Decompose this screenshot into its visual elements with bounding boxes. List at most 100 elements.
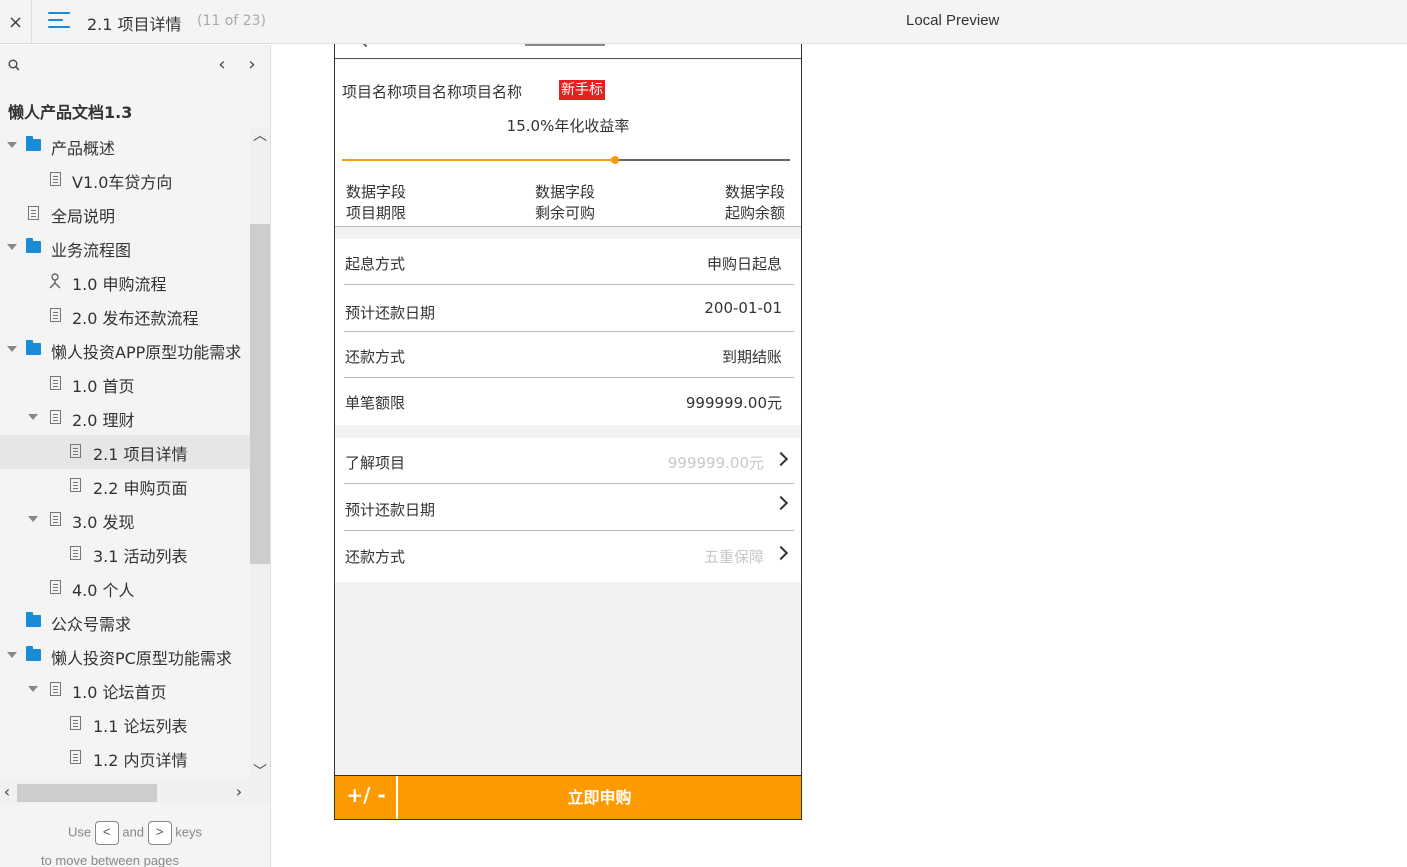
flowchart-icon	[49, 273, 61, 289]
hint-text: to move between pages	[40, 853, 180, 867]
tree-item-finance[interactable]: 2.0 理财	[0, 401, 250, 435]
tree-item-activity-list[interactable]: 3.1 活动列表	[0, 537, 250, 571]
buy-now-button[interactable]: 立即申购	[398, 776, 801, 819]
page-icon	[70, 716, 81, 730]
close-button[interactable]: ×	[0, 0, 32, 44]
page-icon	[50, 308, 61, 322]
detail-key: 还款方式	[345, 348, 406, 366]
progress-fill	[342, 159, 616, 161]
detail-row-repay-method: 还款方式 到期结账	[344, 332, 794, 378]
tree-item-label: 2.0 理财	[72, 411, 135, 430]
page-icon	[70, 478, 81, 492]
menu-icon[interactable]	[48, 12, 70, 32]
prev-key-icon: <	[94, 821, 119, 845]
tree-item-forum-home[interactable]: 1.0 论坛首页	[0, 673, 250, 707]
detail-row-repay-date: 预计还款日期 200-01-01	[344, 286, 794, 332]
folder-icon	[26, 238, 41, 253]
page-icon	[70, 750, 81, 764]
hint-text: keys	[175, 824, 203, 840]
detail-row-interest: 起息方式 申购日起息	[344, 239, 794, 285]
detail-value: 到期结账	[721, 348, 782, 366]
tree-item-v1-car-loan[interactable]: V1.0车贷方向	[0, 163, 250, 197]
page-icon	[50, 376, 61, 390]
expand-arrow-icon[interactable]	[28, 686, 38, 692]
chevron-right-icon	[773, 545, 789, 561]
tree-item-label: 4.0 个人	[72, 581, 135, 600]
tree-item-official-account[interactable]: 公众号需求	[0, 605, 250, 639]
project-summary: 项目名称项目名称项目名称 新手标 15.0%年化收益率 数据字段 项目期限 数据…	[335, 60, 801, 227]
expand-arrow-icon[interactable]	[28, 516, 38, 522]
link-key: 了解项目	[345, 454, 406, 472]
link-value: 五重保障	[703, 548, 764, 566]
detail-key: 预计还款日期	[345, 304, 436, 322]
preview-label: Local Preview	[906, 12, 1000, 29]
tree-item-purchase-page[interactable]: 2.2 申购页面	[0, 469, 250, 503]
folder-icon	[26, 136, 41, 151]
tree-item-pc-prototype[interactable]: 懒人投资PC原型功能需求	[0, 639, 250, 673]
page-icon	[50, 172, 61, 186]
expand-arrow-icon[interactable]	[7, 346, 17, 352]
scroll-left-icon[interactable]: ‹	[0, 783, 14, 801]
folder-icon	[26, 612, 41, 627]
tree-item-overview[interactable]: 产品概述	[0, 129, 250, 163]
link-row-repay-method[interactable]: 还款方式 五重保障	[344, 532, 794, 578]
newbie-badge: 新手标	[559, 80, 605, 100]
expand-arrow-icon[interactable]	[7, 652, 17, 658]
expand-arrow-icon[interactable]	[7, 244, 17, 250]
link-key: 预计还款日期	[345, 501, 436, 519]
tree-item-global-notes[interactable]: 全局说明	[0, 197, 250, 231]
horizontal-scroll-thumb[interactable]	[17, 784, 157, 802]
scroll-up-icon[interactable]: ︿	[252, 129, 268, 143]
link-row-about-project[interactable]: 了解项目 999999.00元	[344, 438, 794, 484]
phone-header	[335, 44, 801, 59]
project-name: 项目名称项目名称项目名称	[342, 83, 523, 101]
expand-arrow-icon[interactable]	[7, 142, 17, 148]
tree-item-label: 产品概述	[51, 139, 116, 158]
link-row-repay-date[interactable]: 预计还款日期	[344, 485, 794, 531]
detail-key: 单笔额限	[345, 394, 406, 412]
tree-item-label: 2.1 项目详情	[93, 445, 188, 464]
detail-row-limit: 单笔额限 999999.00元	[344, 378, 794, 424]
tree-item-label: 2.0 发布还款流程	[72, 309, 199, 328]
next-page-button[interactable]: ›	[244, 55, 260, 75]
tree-item-discover[interactable]: 3.0 发现	[0, 503, 250, 537]
page-icon	[70, 546, 81, 560]
tree-item-personal[interactable]: 4.0 个人	[0, 571, 250, 605]
tree-item-app-prototype[interactable]: 懒人投资APP原型功能需求	[0, 333, 250, 367]
tree-item-forum-list[interactable]: 1.1 论坛列表	[0, 707, 250, 741]
detail-value: 申购日起息	[706, 255, 782, 273]
prev-page-button[interactable]: ‹	[214, 55, 230, 75]
hint-text: Use	[67, 824, 92, 840]
tree-item-label: 1.0 首页	[72, 377, 135, 396]
detail-value: 999999.00元	[685, 394, 782, 412]
back-icon[interactable]	[361, 44, 371, 48]
stat-label: 剩余可购	[535, 204, 596, 222]
detail-key: 起息方式	[345, 255, 406, 273]
tree-item-label: 懒人投资APP原型功能需求	[51, 343, 242, 362]
keyboard-hint: Use < and > keys to move between pages	[0, 821, 270, 867]
stat-min-purchase: 数据字段 起购余额	[725, 182, 785, 224]
vertical-scroll-thumb[interactable]	[250, 224, 270, 564]
tree-item-project-detail[interactable]: 2.1 项目详情	[0, 435, 250, 469]
tree-item-inner-detail[interactable]: 1.2 内页详情	[0, 741, 250, 775]
tree-item-flowcharts[interactable]: 业务流程图	[0, 231, 250, 265]
tree-item-repayment-flow[interactable]: 2.0 发布还款流程	[0, 299, 250, 333]
page-tree: 产品概述 V1.0车贷方向 全局说明 业务流程图 1.0 申购流程 2.0 发布…	[0, 129, 250, 779]
tree-item-label: 2.2 申购页面	[93, 479, 188, 498]
scroll-down-icon[interactable]: ﹀	[252, 765, 268, 779]
folder-icon	[26, 646, 41, 661]
tree-item-home[interactable]: 1.0 首页	[0, 367, 250, 401]
doc-title: 懒人产品文档1.3	[8, 103, 133, 122]
chevron-right-icon	[773, 495, 789, 511]
tree-item-purchase-flow[interactable]: 1.0 申购流程	[0, 265, 250, 299]
expand-arrow-icon[interactable]	[28, 414, 38, 420]
search-icon[interactable]	[8, 59, 20, 71]
stat-value: 数据字段	[724, 183, 785, 201]
page-icon	[50, 580, 61, 594]
stat-label: 起购余额	[724, 204, 785, 222]
scroll-right-icon[interactable]: ›	[232, 783, 246, 801]
tree-item-label: 1.2 内页详情	[93, 751, 188, 770]
tree-item-label: 1.0 申购流程	[72, 275, 167, 294]
folder-icon	[26, 340, 41, 355]
quantity-button[interactable]: +/ -	[335, 776, 397, 819]
